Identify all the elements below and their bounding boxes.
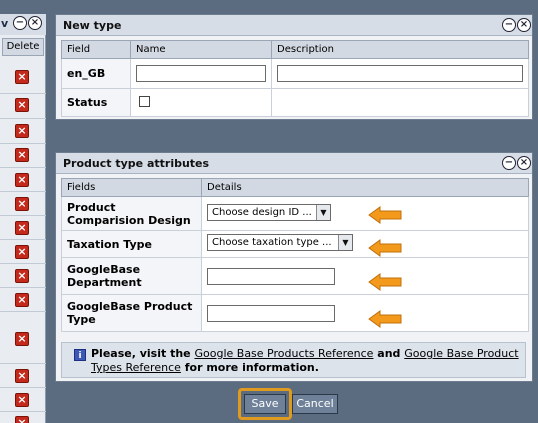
product-type-attributes-header: Product type attributes − × [56, 153, 532, 174]
delete-icon[interactable]: × [15, 369, 29, 383]
field-label-taxation-type: Taxation Type [61, 230, 202, 258]
chevron-down-icon: ▼ [316, 204, 330, 220]
delete-icon[interactable]: × [15, 416, 29, 423]
delete-icon[interactable]: × [15, 269, 29, 283]
delete-column-header: Delete [2, 38, 44, 56]
new-type-panel-header: New type − × [56, 15, 532, 36]
cancel-button[interactable]: Cancel [292, 394, 338, 414]
row-divider [0, 363, 46, 364]
row-divider [0, 411, 46, 412]
row-divider [0, 191, 46, 192]
collapse-icon[interactable]: − [13, 16, 27, 30]
delete-icon[interactable]: × [15, 245, 29, 259]
googlebase-department-input[interactable] [207, 267, 335, 285]
row-divider [0, 143, 46, 144]
row-divider [0, 118, 46, 119]
googlebase-product-type-input[interactable] [207, 304, 335, 322]
product-attributes-table: Fields Details Product Comparision Desig… [61, 178, 529, 332]
row-divider [0, 93, 46, 94]
collapse-icon[interactable]: − [502, 18, 516, 32]
row-divider [0, 215, 46, 216]
info-suffix: for more information. [184, 361, 319, 374]
column-header-details: Details [201, 178, 529, 197]
table-row: GoogleBase Product Type [61, 294, 529, 332]
delete-icon[interactable]: × [15, 70, 29, 84]
column-header-description: Description [271, 40, 529, 59]
left-panel-header: v − × [0, 14, 46, 35]
column-header-name: Name [130, 40, 272, 59]
info-middle: and [377, 347, 401, 360]
close-icon[interactable]: × [28, 16, 42, 30]
taxation-select-value: Choose taxation type ... [212, 237, 332, 248]
info-message: i Please, visit the Google Base Products… [61, 342, 526, 378]
orange-arrow-icon [368, 239, 402, 257]
field-label-googlebase-product-type: GoogleBase Product Type [61, 294, 202, 332]
info-text: Please, visit the Google Base Products R… [91, 347, 521, 375]
delete-icon[interactable]: × [15, 393, 29, 407]
left-panel: v − × Delete × × × × × × × × × × × × × × [0, 14, 46, 423]
chevron-down-icon: ▼ [338, 235, 352, 250]
close-icon[interactable]: × [517, 156, 531, 170]
table-row: Taxation Type Choose taxation type ... ▼ [61, 230, 529, 258]
product-type-attributes-panel: Product type attributes − × Fields Detai… [55, 152, 533, 382]
new-type-panel: New type − × Field Name Description en_G… [55, 14, 533, 120]
name-input-en-gb[interactable] [136, 65, 266, 82]
table-row: Product Comparision Design Choose design… [61, 196, 529, 231]
delete-icon[interactable]: × [15, 173, 29, 187]
status-checkbox[interactable] [139, 95, 150, 107]
table-row: Status [61, 88, 529, 117]
collapse-icon[interactable]: − [502, 156, 516, 170]
chevron-down-icon[interactable]: v [1, 17, 8, 30]
design-select[interactable]: Choose design ID ... ▼ [207, 203, 331, 221]
info-prefix: Please, visit the [91, 347, 191, 360]
new-type-table: Field Name Description en_GB Status [61, 40, 529, 117]
field-label-status: Status [61, 88, 131, 117]
row-divider [0, 311, 46, 312]
description-input-en-gb[interactable] [277, 65, 523, 82]
close-icon[interactable]: × [517, 18, 531, 32]
table-row: en_GB [61, 58, 529, 89]
row-divider [0, 387, 46, 388]
delete-icon[interactable]: × [15, 221, 29, 235]
delete-icon[interactable]: × [15, 148, 29, 162]
row-divider [0, 167, 46, 168]
column-header-field: Field [61, 40, 131, 59]
orange-arrow-icon [368, 206, 402, 224]
orange-arrow-icon [368, 310, 402, 328]
taxation-type-select[interactable]: Choose taxation type ... ▼ [207, 234, 353, 251]
google-base-products-reference-link[interactable]: Google Base Products Reference [194, 347, 373, 360]
field-label-googlebase-department: GoogleBase Department [61, 257, 202, 295]
design-select-value: Choose design ID ... [212, 206, 312, 218]
save-button[interactable]: Save [244, 394, 286, 414]
column-header-fields: Fields [61, 178, 202, 197]
field-label-en-gb: en_GB [61, 58, 131, 89]
delete-icon[interactable]: × [15, 197, 29, 211]
delete-icon[interactable]: × [15, 332, 29, 346]
delete-icon[interactable]: × [15, 293, 29, 307]
orange-arrow-icon [368, 273, 402, 291]
new-type-title: New type [63, 19, 122, 32]
row-divider [0, 287, 46, 288]
field-label-product-comparision-design: Product Comparision Design [61, 196, 202, 231]
product-type-attributes-title: Product type attributes [63, 157, 210, 170]
row-divider [0, 239, 46, 240]
table-row: GoogleBase Department [61, 257, 529, 295]
row-divider [0, 263, 46, 264]
info-icon: i [74, 349, 86, 361]
delete-icon[interactable]: × [15, 98, 29, 112]
delete-icon[interactable]: × [15, 124, 29, 138]
